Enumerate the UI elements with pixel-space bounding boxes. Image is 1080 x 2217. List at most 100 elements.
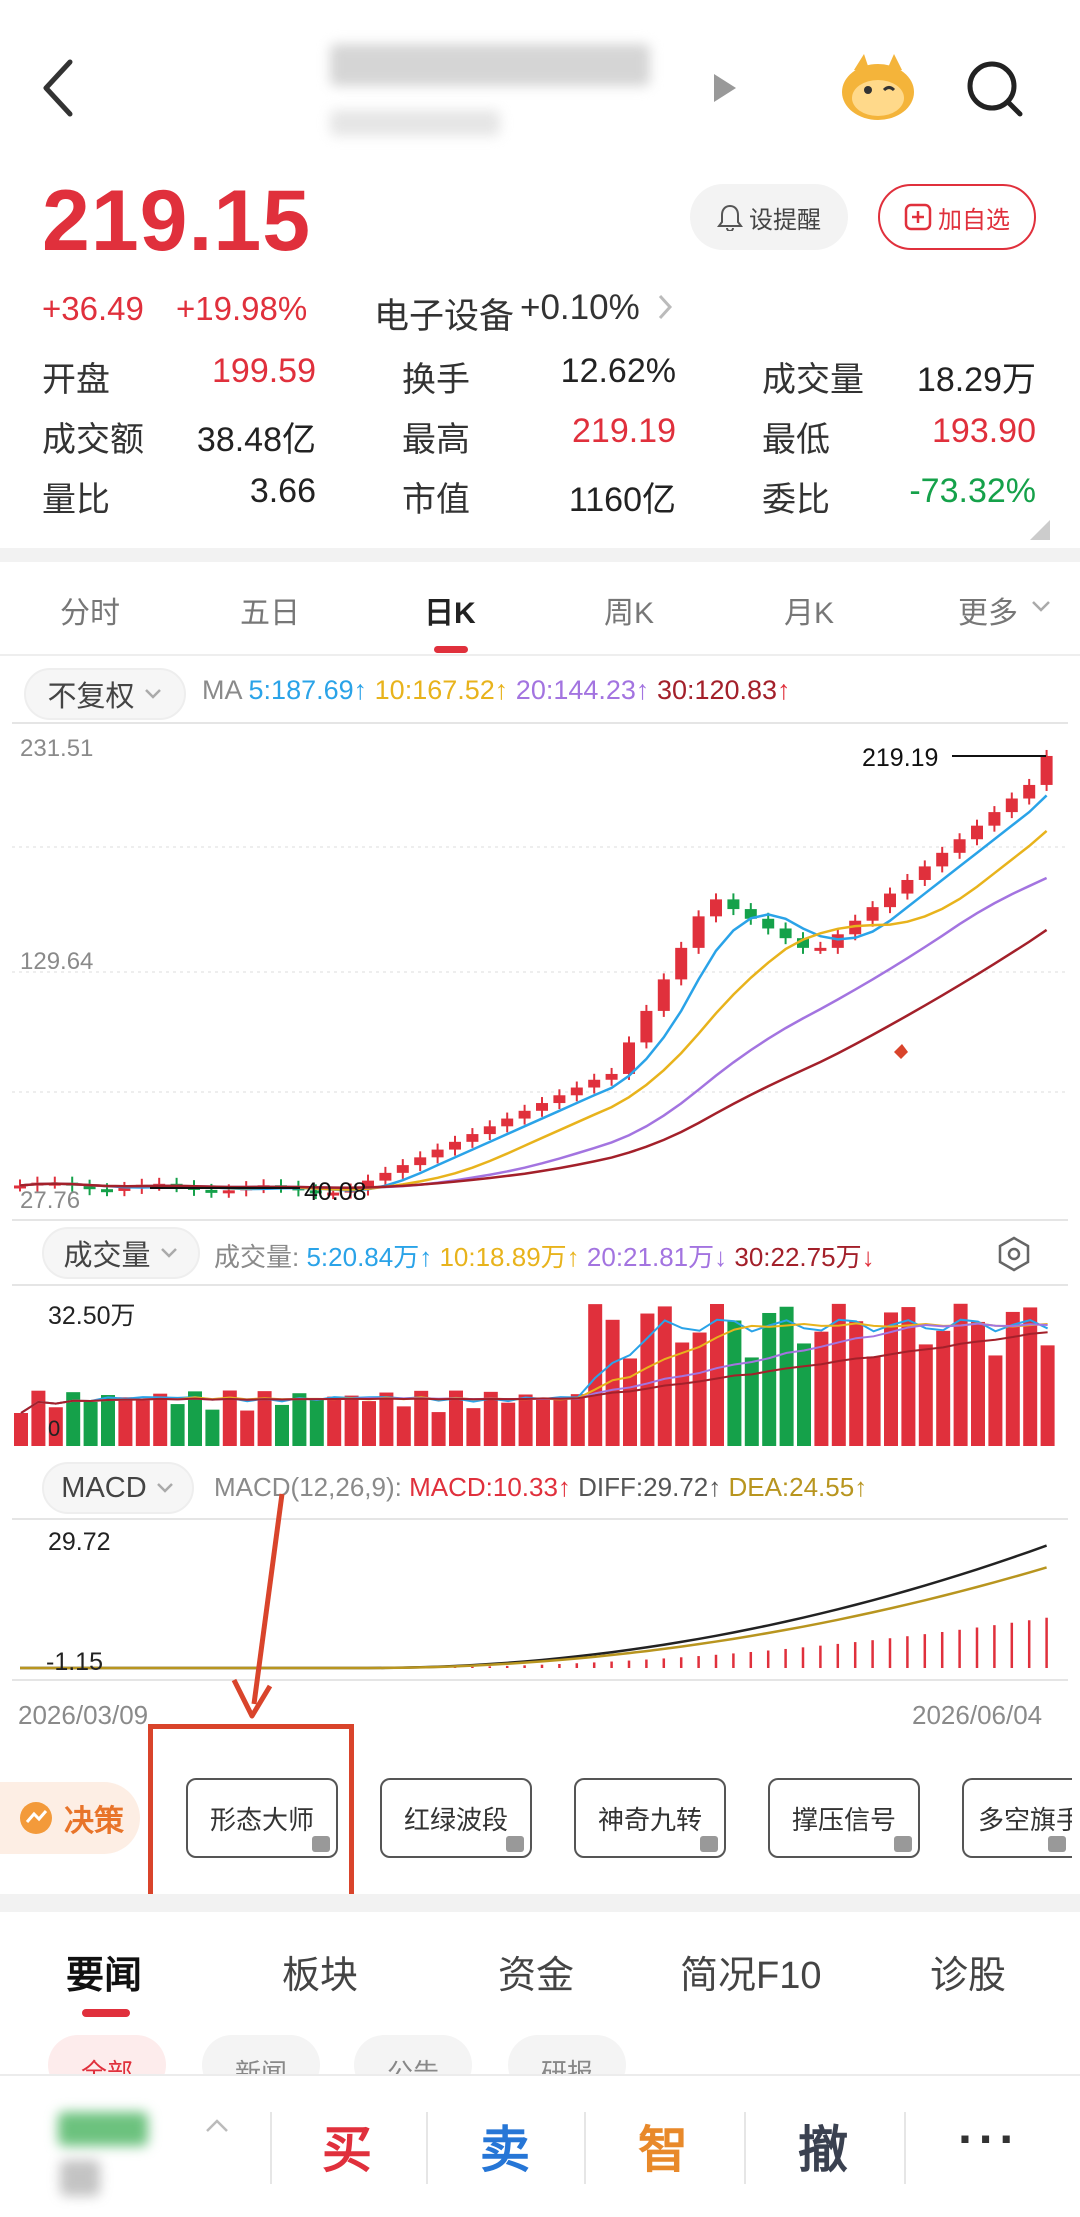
ma20-value: 20:144.23 — [515, 675, 636, 705]
divider — [270, 2112, 272, 2184]
news-tab-1[interactable]: 板块 — [282, 1944, 358, 1999]
stat-value: 3.66 — [249, 472, 316, 510]
candle-body — [884, 893, 896, 908]
volume-bar — [727, 1320, 742, 1446]
candle-body — [675, 947, 688, 980]
volume-bar — [396, 1406, 411, 1446]
lock-icon — [1048, 1836, 1066, 1852]
volume-bar — [83, 1401, 98, 1446]
lock-icon — [894, 1836, 912, 1852]
stat-label: 最低 — [762, 421, 830, 459]
hexagon-settings-icon[interactable] — [996, 1236, 1032, 1272]
stat-label: 量比 — [42, 481, 110, 519]
macd-y-top: 29.72 — [48, 1528, 111, 1556]
cancel-order-button[interactable]: 撤 — [798, 2110, 848, 2182]
price-change-pct: +19.98% — [176, 290, 308, 327]
chevron-down-icon — [1032, 601, 1050, 612]
candlestick-chart[interactable] — [0, 722, 1080, 1222]
decision-button-4[interactable]: 多空旗手 — [962, 1778, 1072, 1858]
stat-label: 开盘 — [42, 361, 110, 399]
adjust-dropdown[interactable]: 不复权 — [24, 668, 186, 720]
news-tab-2[interactable]: 资金 — [498, 1944, 574, 1999]
volume-bar — [588, 1304, 603, 1446]
volume-bar — [309, 1399, 324, 1446]
tab-1[interactable]: 五日 — [240, 588, 300, 632]
candle-body — [553, 1095, 566, 1104]
macd-values: MACD(12,26,9): MACD:10.33↑ DIFF:29.72↑ D… — [214, 1472, 868, 1502]
sell-button[interactable]: 卖 — [480, 2110, 530, 2182]
decision-button-1[interactable]: 红绿波段 — [380, 1778, 532, 1858]
volume-bar — [466, 1408, 481, 1446]
volume-bar — [170, 1404, 185, 1446]
volume-bar — [797, 1343, 811, 1446]
set-reminder-button[interactable]: 设提醒 — [690, 184, 848, 250]
candle-body — [1005, 798, 1018, 813]
flag-marker-icon — [894, 1044, 908, 1059]
volume-bar — [570, 1394, 585, 1446]
volume-bar — [623, 1358, 637, 1446]
volume-bar — [205, 1409, 220, 1446]
decision-button-3[interactable]: 撑压信号 — [768, 1778, 920, 1858]
news-tab-indicator — [82, 2009, 130, 2017]
candle-body — [623, 1042, 635, 1074]
tab-4[interactable]: 月K — [784, 588, 834, 632]
divider — [0, 548, 1080, 562]
volume-bar — [431, 1412, 446, 1446]
vol-prefix: 成交量: — [214, 1242, 300, 1272]
volume-bar — [710, 1303, 724, 1446]
tab-0[interactable]: 分时 — [60, 588, 120, 632]
dea-value: DEA:24.55 — [728, 1472, 855, 1502]
divider — [426, 2112, 428, 2184]
buy-button[interactable]: 买 — [322, 2110, 372, 2182]
smart-button[interactable]: 智 — [638, 2110, 688, 2182]
volume-dropdown[interactable]: 成交量 — [42, 1227, 200, 1279]
candle-body — [866, 907, 879, 921]
chevron-left-icon[interactable] — [40, 58, 80, 118]
decision-tag[interactable]: 决策 — [0, 1782, 140, 1854]
decision-button-2[interactable]: 神奇九转 — [574, 1778, 726, 1858]
divider — [744, 2112, 746, 2184]
volume-bar — [31, 1390, 46, 1446]
candle-body — [814, 947, 827, 951]
more-button[interactable]: ··· — [958, 2110, 1020, 2168]
news-tab-3[interactable]: 简况F10 — [680, 1944, 821, 1999]
volume-bar — [814, 1331, 829, 1446]
volume-bar — [153, 1393, 168, 1446]
volume-bar — [536, 1397, 550, 1446]
volume-y-top: 32.50万 — [48, 1302, 136, 1330]
stat-value: 219.19 — [572, 412, 676, 450]
bell-icon — [717, 204, 743, 231]
candle-body — [414, 1157, 427, 1166]
volume-bar — [379, 1392, 394, 1446]
volume-y-bottom: 0 — [48, 1416, 61, 1441]
set-reminder-label: 设提醒 — [749, 206, 821, 234]
candle-body — [501, 1118, 514, 1127]
news-tab-4[interactable]: 诊股 — [930, 1944, 1006, 1999]
triangle-right-icon[interactable] — [712, 72, 738, 104]
candle-body — [466, 1134, 479, 1142]
candle-body — [831, 934, 844, 948]
volume-bar — [14, 1413, 28, 1446]
volume-bar — [553, 1398, 568, 1446]
volume-chart[interactable] — [0, 1284, 1080, 1454]
mascot-icon[interactable] — [838, 52, 918, 122]
volume-bar — [1023, 1307, 1038, 1446]
stat-label: 最高 — [402, 421, 470, 459]
search-icon[interactable] — [966, 60, 1026, 120]
candle-body — [570, 1087, 583, 1096]
chevron-up-icon[interactable] — [204, 2118, 230, 2134]
sector-link[interactable]: 电子设备 +0.10% — [374, 288, 676, 339]
plus-box-icon — [904, 203, 932, 231]
candle-body — [953, 839, 966, 853]
active-tab-indicator — [434, 646, 468, 653]
volume-bar — [779, 1306, 794, 1446]
stat-value: 18.29万 — [916, 361, 1036, 399]
macd-label: MACD — [61, 1471, 147, 1504]
news-tab-0[interactable]: 要闻 — [66, 1944, 142, 1999]
volume-bar — [988, 1355, 1003, 1446]
date-end: 2026/06/04 — [912, 1700, 1043, 1730]
add-watchlist-button[interactable]: 加自选 — [878, 184, 1036, 250]
tab-3[interactable]: 周K — [604, 588, 654, 632]
tab-2[interactable]: 日K — [424, 588, 476, 632]
tab-5[interactable]: 更多 — [958, 588, 1018, 632]
